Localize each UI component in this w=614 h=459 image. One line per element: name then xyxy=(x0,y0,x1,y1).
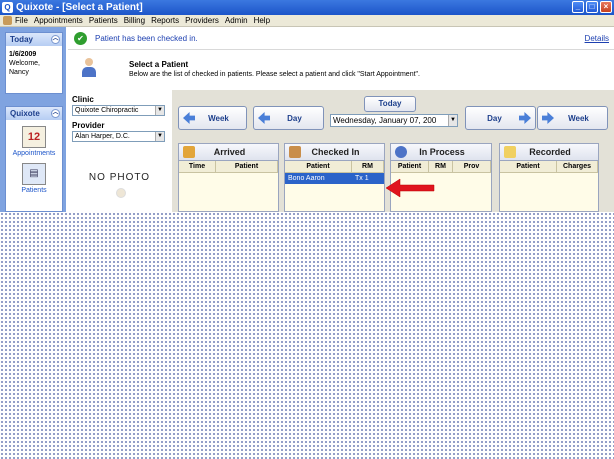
page-instructions: Below are the list of checked in patient… xyxy=(129,71,420,78)
in-process-header: In Process xyxy=(391,144,491,161)
welcome-text: Welcome, xyxy=(9,60,40,67)
arrow-right-icon xyxy=(542,112,554,124)
date-value: Wednesday, January 07, 200 xyxy=(333,116,437,125)
row-rm: Tx 1 xyxy=(355,175,369,182)
arrow-left-icon xyxy=(258,112,270,124)
today-panel-header[interactable]: Today ︿ xyxy=(6,33,62,46)
menu-file[interactable]: File xyxy=(15,16,28,25)
annotation-arrow-icon xyxy=(385,178,435,198)
recorded-column: Recorded Patient Charges xyxy=(499,143,599,212)
clipboard-icon xyxy=(289,146,301,158)
dropdown-arrow-icon[interactable]: ▼ xyxy=(155,106,164,115)
menu-reports[interactable]: Reports xyxy=(151,16,179,25)
menu-bar: File Appointments Patients Billing Repor… xyxy=(0,15,614,27)
status-message: Patient has been checked in. xyxy=(95,33,198,43)
details-link[interactable]: Details xyxy=(585,34,609,43)
day-forward-label: Day xyxy=(487,113,502,123)
person-icon xyxy=(82,58,96,78)
sidebar: Today ︿ 1/6/2009 Welcome, Nancy Quixote … xyxy=(0,27,66,212)
menu-app-icon xyxy=(3,16,12,25)
dropdown-arrow-icon[interactable]: ▼ xyxy=(448,115,457,126)
person-icon xyxy=(395,146,407,158)
close-button[interactable]: × xyxy=(600,1,612,13)
maximize-button[interactable]: □ xyxy=(586,1,598,13)
column-header-patient[interactable]: Patient xyxy=(391,161,429,172)
clinic-provider-area: Clinic Quixote Chiropractic ▼ Provider A… xyxy=(72,95,167,147)
menu-appointments[interactable]: Appointments xyxy=(34,16,83,25)
page-title: Select a Patient xyxy=(129,60,189,69)
minimize-button[interactable]: _ xyxy=(572,1,584,13)
quixote-header-label: Quixote xyxy=(10,109,40,118)
menu-admin[interactable]: Admin xyxy=(225,16,248,25)
patients-icon: ▤ xyxy=(22,163,46,185)
sidebar-item-label: Appointments xyxy=(12,150,56,157)
in-process-title: In Process xyxy=(419,147,465,157)
sidebar-item-label: Patients xyxy=(21,187,47,194)
week-back-label: Week xyxy=(208,113,229,123)
provider-select[interactable]: Alan Harper, D.C. ▼ xyxy=(72,131,165,142)
dropdown-arrow-icon[interactable]: ▼ xyxy=(155,132,164,141)
arrived-title: Arrived xyxy=(213,147,246,157)
photo-placeholder-icon xyxy=(112,188,130,208)
provider-value: Alan Harper, D.C. xyxy=(75,133,130,140)
recorded-title: Recorded xyxy=(529,147,571,157)
column-header-patient[interactable]: Patient xyxy=(285,161,352,172)
clinic-label: Clinic xyxy=(72,95,94,104)
clipboard-icon xyxy=(183,146,195,158)
today-header-label: Today xyxy=(10,35,33,44)
column-header-time[interactable]: Time xyxy=(179,161,216,172)
day-forward-button[interactable]: Day xyxy=(465,106,536,130)
menu-billing[interactable]: Billing xyxy=(124,16,145,25)
calendar-icon: 12 xyxy=(22,126,46,148)
user-name: Nancy xyxy=(9,69,29,76)
app-icon: Q xyxy=(2,2,13,13)
date-picker[interactable]: Wednesday, January 07, 200 ▼ xyxy=(330,114,458,127)
today-button[interactable]: Today xyxy=(364,96,416,112)
clinic-value: Quixote Chiropractic xyxy=(75,107,139,114)
window-title: Quixote - [Select a Patient] xyxy=(16,2,143,13)
status-banner: ✔ Patient has been checked in. Details xyxy=(68,27,614,50)
recorded-header: Recorded xyxy=(500,144,598,161)
folder-icon xyxy=(504,146,516,158)
sidebar-item-appointments[interactable]: 12 Appointments xyxy=(6,126,62,157)
week-forward-label: Week xyxy=(568,113,589,123)
dotted-background xyxy=(0,212,614,459)
arrow-left-icon xyxy=(183,112,195,124)
arrived-header: Arrived xyxy=(179,144,278,161)
column-header-patient[interactable]: Patient xyxy=(216,161,278,172)
menu-providers[interactable]: Providers xyxy=(185,16,219,25)
week-forward-button[interactable]: Week xyxy=(537,106,608,130)
checked-in-title: Checked In xyxy=(311,147,360,157)
quixote-panel: Quixote ︿ 12 Appointments ▤ Patients xyxy=(5,106,63,212)
quixote-panel-header[interactable]: Quixote ︿ xyxy=(6,107,62,120)
column-header-rm[interactable]: RM xyxy=(429,161,453,172)
day-back-button[interactable]: Day xyxy=(253,106,324,130)
checkmark-icon: ✔ xyxy=(74,31,87,45)
menu-patients[interactable]: Patients xyxy=(89,16,118,25)
sidebar-item-patients[interactable]: ▤ Patients xyxy=(6,163,62,194)
column-header-prov[interactable]: Prov xyxy=(453,161,491,172)
column-header-rm[interactable]: RM xyxy=(352,161,384,172)
no-photo-label: NO PHOTO xyxy=(88,172,151,183)
clinic-select[interactable]: Quixote Chiropractic ▼ xyxy=(72,105,165,116)
today-date: 1/6/2009 xyxy=(9,51,37,58)
column-header-charges[interactable]: Charges xyxy=(557,161,598,172)
window-titlebar: Q Quixote - [Select a Patient] _ □ × xyxy=(0,0,614,15)
menu-help[interactable]: Help xyxy=(254,16,270,25)
collapse-chevron-icon[interactable]: ︿ xyxy=(51,109,60,118)
today-panel: Today ︿ 1/6/2009 Welcome, Nancy xyxy=(5,32,63,94)
table-row[interactable]: Bono Aaron Tx 1 xyxy=(285,173,384,184)
provider-label: Provider xyxy=(72,121,105,130)
checked-in-header: Checked In xyxy=(285,144,384,161)
column-header-patient[interactable]: Patient xyxy=(500,161,557,172)
row-patient: Bono Aaron xyxy=(288,175,325,182)
arrow-right-icon xyxy=(519,112,531,124)
collapse-chevron-icon[interactable]: ︿ xyxy=(51,35,60,44)
day-back-label: Day xyxy=(287,113,302,123)
checked-in-column: Checked In Patient RM Bono Aaron Tx 1 xyxy=(284,143,385,212)
arrived-column: Arrived Time Patient xyxy=(178,143,279,212)
week-back-button[interactable]: Week xyxy=(178,106,247,130)
select-patient-header: Select a Patient Below are the list of c… xyxy=(68,50,614,90)
